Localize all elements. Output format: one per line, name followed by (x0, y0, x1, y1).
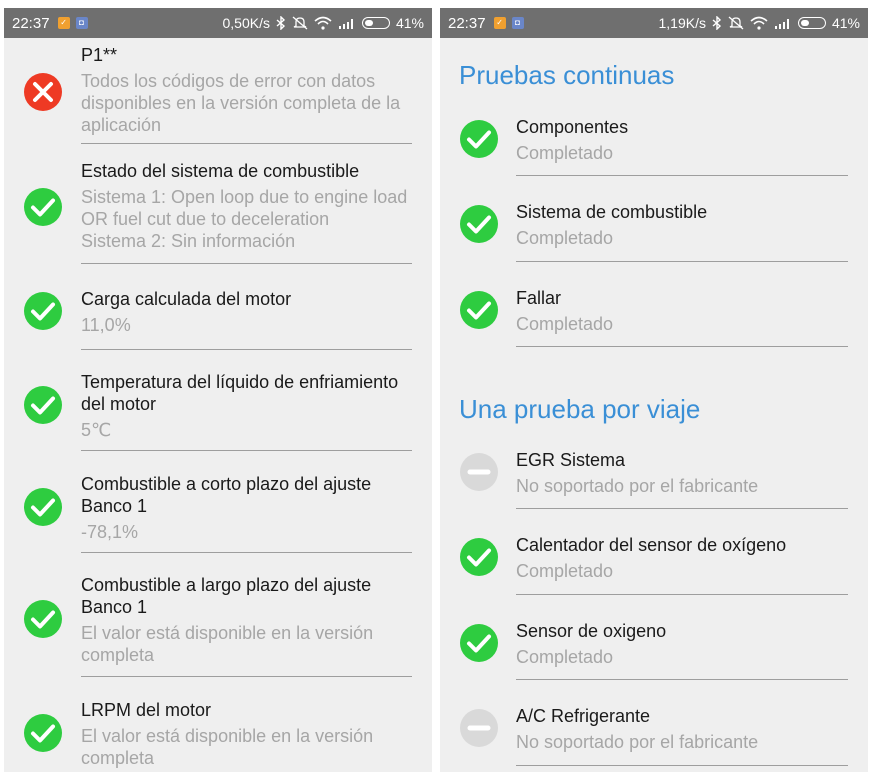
divider (81, 143, 412, 144)
item-title: Componentes (516, 117, 629, 137)
notification-app-icon: ◘ (75, 17, 88, 29)
bluetooth-icon (712, 16, 721, 30)
check-circle-icon (24, 714, 62, 752)
item-title: P1** (81, 45, 118, 65)
divider (81, 450, 412, 451)
divider (516, 594, 848, 595)
battery-icon (361, 17, 390, 29)
signal-icon (338, 19, 353, 29)
item-title: Combustible a corto plazo del ajuste Ban… (81, 474, 372, 516)
item-value: Completado (516, 647, 614, 667)
item-value: Completado (516, 561, 614, 581)
item-title: Estado del sistema de combustible (81, 161, 360, 181)
item-title: EGR Sistema (516, 450, 626, 470)
minus-circle-icon (460, 453, 498, 491)
divider (516, 175, 848, 176)
check-circle-icon (460, 120, 498, 158)
item-title: Carga calculada del motor (81, 289, 292, 309)
item-value: Completado (516, 143, 614, 163)
check-circle-icon (24, 188, 62, 226)
battery-percent: 41% (395, 15, 424, 31)
minus-circle-icon (460, 709, 498, 747)
item-value: Todos los códigos de error con datos dis… (81, 71, 401, 135)
item-title: Sistema de combustible (516, 202, 708, 222)
status-time: 22:37 (448, 14, 486, 32)
item-title: Temperatura del líquido de enfriamiento … (81, 372, 399, 414)
item-title: LRPM del motor (81, 700, 212, 720)
divider (516, 765, 848, 766)
status-bar: 22:37 ✓ ◘ 1,19K/s 41% (440, 8, 868, 38)
wifi-icon (314, 16, 332, 30)
item-title: A/C Refrigerante (516, 706, 651, 726)
divider (516, 679, 848, 680)
status-bar: 22:37 ✓ ◘ 0,50K/s 41% (4, 8, 432, 38)
divider (81, 263, 412, 264)
check-circle-icon (460, 538, 498, 576)
check-circle-icon (460, 624, 498, 662)
battery-percent: 41% (831, 15, 860, 31)
item-value: 5℃ (81, 420, 112, 440)
check-circle-icon (24, 488, 62, 526)
item-title: Calentador del sensor de oxígeno (516, 535, 787, 555)
notification-app-icon: ✓ (57, 17, 70, 29)
item-title: Fallar (516, 288, 562, 308)
divider (516, 508, 848, 509)
item-value: El valor está disponible en la versión c… (81, 623, 374, 665)
network-speed: 1,19K/s (658, 15, 706, 31)
item-title: Combustible a largo plazo del ajuste Ban… (81, 575, 372, 617)
silent-mode-icon (728, 16, 744, 30)
divider (81, 349, 412, 350)
item-value: -78,1% (81, 522, 139, 542)
item-value: El valor está disponible en la versión c… (81, 726, 374, 768)
right-screen: 22:37 ✓ ◘ 1,19K/s 41% Pruebas continuas … (440, 8, 868, 772)
bluetooth-icon (276, 16, 285, 30)
check-circle-icon (460, 205, 498, 243)
item-title: Sensor de oxigeno (516, 621, 667, 641)
item-value: Completado (516, 314, 614, 334)
divider (81, 552, 412, 553)
check-circle-icon (460, 291, 498, 329)
divider (516, 261, 848, 262)
item-value: Completado (516, 228, 614, 248)
status-time: 22:37 (12, 14, 50, 32)
section-header-per-trip: Una prueba por viaje (459, 394, 701, 424)
section-header-continuous: Pruebas continuas (459, 60, 675, 90)
wifi-icon (750, 16, 768, 30)
check-circle-icon (24, 292, 62, 330)
notification-app-icon: ◘ (511, 17, 524, 29)
x-circle-icon (24, 73, 62, 111)
divider (516, 346, 848, 347)
check-circle-icon (24, 386, 62, 424)
left-screen: 22:37 ✓ ◘ 0,50K/s 41% P1** Todos los códi… (4, 8, 432, 772)
item-value: No soportado por el fabricante (516, 732, 759, 752)
item-value: No soportado por el fabricante (516, 476, 759, 496)
item-value: Sistema 1: Open loop due to engine load … (81, 187, 408, 251)
notification-app-icon: ✓ (493, 17, 506, 29)
silent-mode-icon (292, 16, 308, 30)
item-value: 11,0% (81, 315, 131, 335)
battery-icon (797, 17, 826, 29)
divider (81, 676, 412, 677)
signal-icon (774, 19, 789, 29)
network-speed: 0,50K/s (222, 15, 270, 31)
check-circle-icon (24, 600, 62, 638)
